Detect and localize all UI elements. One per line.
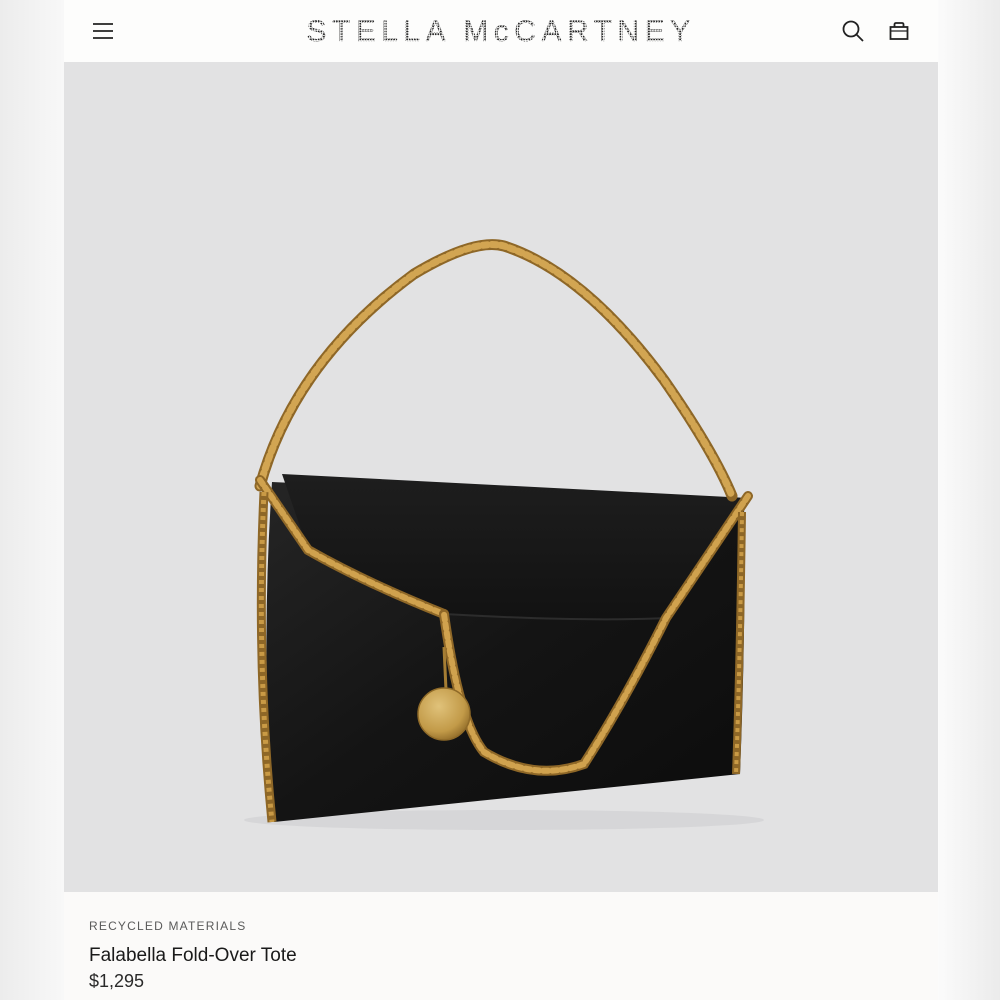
tote-bag-illustration — [244, 239, 764, 830]
product-page: STELLA McCARTNEY — [64, 0, 938, 1000]
search-icon — [842, 20, 864, 42]
shopping-bag-icon — [889, 22, 909, 40]
brand-wordmark: STELLA McCARTNEY — [306, 15, 695, 48]
search-button[interactable] — [838, 16, 868, 46]
page-gutter-right — [938, 0, 1000, 1000]
product-title[interactable]: Falabella Fold-Over Tote — [89, 945, 297, 967]
brand-logo[interactable]: STELLA McCARTNEY — [64, 12, 938, 50]
site-header: STELLA McCARTNEY — [64, 0, 938, 63]
bag-button[interactable] — [884, 16, 914, 46]
product-price: $1,295 — [89, 971, 145, 991]
product-tag: RECYCLED MATERIALS — [89, 919, 247, 933]
page-gutter-left — [0, 0, 64, 1000]
product-image[interactable] — [64, 62, 938, 892]
